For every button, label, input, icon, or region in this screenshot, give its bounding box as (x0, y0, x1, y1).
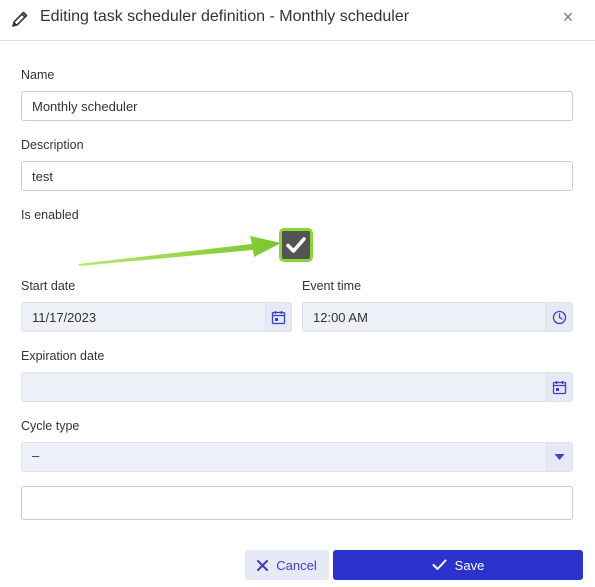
is-enabled-checkbox[interactable] (279, 228, 313, 262)
dialog-title: Editing task scheduler definition - Mont… (40, 8, 410, 25)
save-button[interactable]: Save (333, 550, 583, 580)
calendar-icon (552, 380, 567, 394)
cycle-type-label: Cycle type (21, 419, 80, 433)
cancel-button[interactable]: Cancel (245, 550, 329, 580)
name-label: Name (21, 68, 55, 82)
cancel-label: Cancel (276, 557, 317, 573)
x-icon (257, 559, 269, 571)
expiration-date-label: Expiration date (21, 349, 105, 363)
event-time-label: Event time (302, 279, 362, 293)
dialog-header: Editing task scheduler definition - Mont… (0, 0, 595, 41)
is-enabled-label: Is enabled (21, 208, 79, 222)
start-date-label: Start date (21, 279, 76, 293)
expiration-date-input[interactable] (21, 372, 547, 402)
cycle-type-dropdown-button[interactable] (546, 442, 573, 472)
description-input[interactable] (21, 161, 573, 191)
cycle-settings-field[interactable] (21, 486, 573, 520)
cycle-type-value: – (32, 448, 40, 463)
start-date-input[interactable] (21, 302, 266, 332)
description-label: Description (21, 138, 84, 152)
check-icon (286, 237, 306, 253)
start-date-calendar-button[interactable] (265, 302, 292, 332)
close-icon[interactable]: × (558, 7, 578, 27)
calendar-icon (271, 310, 286, 324)
event-time-input[interactable] (302, 302, 546, 332)
expiration-date-calendar-button[interactable] (546, 372, 573, 402)
name-input[interactable] (21, 91, 573, 121)
caret-down-icon (554, 454, 565, 460)
event-time-clock-button[interactable] (546, 302, 573, 332)
cycle-type-select[interactable] (21, 442, 547, 472)
pencil-icon (12, 11, 28, 27)
save-label: Save (454, 557, 485, 573)
clock-icon (552, 310, 567, 324)
check-icon (432, 559, 447, 570)
